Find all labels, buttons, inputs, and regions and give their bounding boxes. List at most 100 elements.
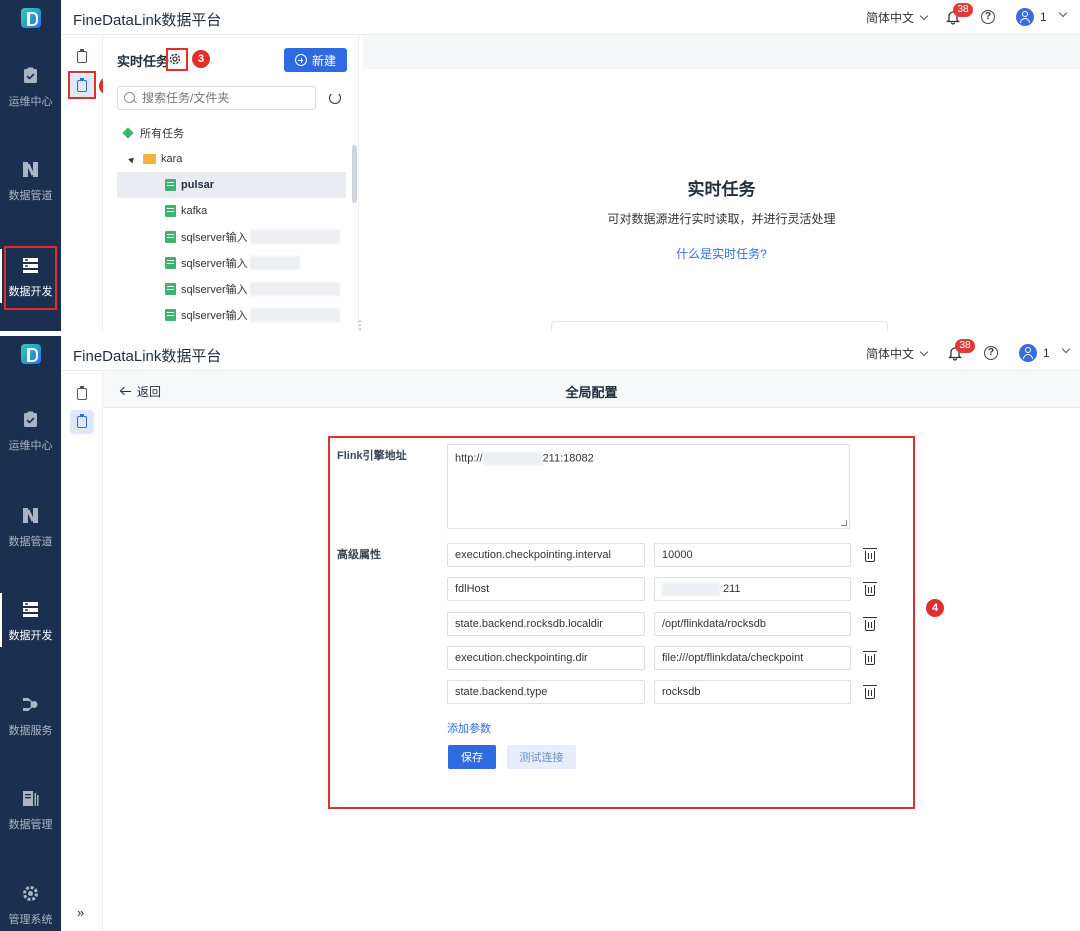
save-button[interactable]: 保存: [448, 745, 496, 769]
clipboard-icon: [77, 49, 87, 63]
tree-item-task[interactable]: sqlserver输入: [117, 276, 346, 302]
clipboard-icon: [77, 386, 87, 400]
clipboard-icon: [77, 78, 87, 92]
top-header: FineDataLink数据平台 简体中文 38 ? 1: [0, 0, 1080, 35]
nav-ops[interactable]: 运维中心: [0, 399, 61, 461]
prop-value-input[interactable]: file:///opt/flinkdata/checkpoint: [654, 646, 851, 670]
nav-dev[interactable]: 数据开发: [0, 589, 61, 651]
app-logo[interactable]: [0, 336, 61, 371]
new-task-label: 新建: [311, 53, 336, 68]
realtime-task-icon[interactable]: [70, 410, 94, 434]
trash-icon[interactable]: [863, 685, 877, 699]
empty-state-area: 实时任务 可对数据源进行实时读取，并进行灵活处理 什么是实时任务?: [363, 35, 1080, 331]
help-icon[interactable]: ?: [984, 346, 998, 360]
prop-key-input[interactable]: state.backend.type: [447, 680, 645, 704]
tree-label: sqlserver输入: [181, 284, 248, 296]
notification-badge: 38: [955, 339, 975, 353]
collapse-sidebar-icon[interactable]: »: [77, 905, 84, 920]
new-task-button[interactable]: 新建: [284, 48, 347, 72]
clipboard-icon: [77, 414, 87, 428]
server-icon: [23, 258, 38, 273]
trash-icon[interactable]: [863, 651, 877, 665]
pipeline-icon: [23, 162, 38, 177]
prop-key-input[interactable]: execution.checkpointing.dir: [447, 646, 645, 670]
api-icon: [23, 698, 38, 711]
prop-key-input[interactable]: execution.checkpointing.interval: [447, 543, 645, 567]
task-icon: [165, 179, 176, 191]
nav-system[interactable]: 管理系统: [0, 873, 61, 931]
language-selector[interactable]: 简体中文: [866, 336, 929, 371]
gear-icon[interactable]: [168, 52, 182, 66]
tree-item-task[interactable]: pulsar: [117, 172, 346, 198]
task-icon: [165, 231, 176, 243]
nav-ops[interactable]: 运维中心: [0, 55, 61, 117]
top-header: FineDataLink数据平台 简体中文 38 ? 1: [0, 336, 1080, 371]
task-icon: [165, 283, 176, 295]
flink-address-input[interactable]: http:// 211:18082: [447, 444, 850, 529]
prop-value-input[interactable]: rocksdb: [654, 680, 851, 704]
redacted-text: [662, 583, 720, 596]
avatar[interactable]: [1016, 8, 1034, 26]
search-input[interactable]: [117, 86, 316, 110]
redacted-text: [249, 256, 300, 270]
offline-task-icon[interactable]: [70, 382, 94, 406]
clipboard-check-icon: [24, 411, 37, 427]
trash-icon[interactable]: [863, 548, 877, 562]
nav-service[interactable]: 数据服务: [0, 684, 61, 746]
realtime-task-screen: FineDataLink数据平台 简体中文 38 ? 1 运维中心 数据管道 数…: [0, 0, 1080, 331]
gear-icon: [23, 886, 38, 901]
prop-key-input[interactable]: state.backend.rocksdb.localdir: [447, 612, 645, 636]
advanced-props-label: 高级属性: [337, 549, 381, 561]
nav-system-label: 管理系统: [8, 914, 53, 926]
pipeline-icon: [23, 508, 38, 523]
nav-dev[interactable]: 数据开发: [0, 245, 61, 307]
redacted-text: [249, 282, 340, 296]
caret-icon[interactable]: [128, 155, 136, 163]
prop-key-input[interactable]: fdlHost: [447, 577, 645, 601]
tree-label: kafka: [181, 205, 208, 217]
prop-value-input[interactable]: /opt/flinkdata/rocksdb: [654, 612, 851, 636]
nav-dev-label: 数据开发: [8, 286, 53, 298]
language-label: 简体中文: [866, 347, 915, 361]
sub-bar: [61, 35, 103, 331]
nav-ops-label: 运维中心: [8, 96, 53, 108]
nav-pipeline[interactable]: 数据管道: [0, 149, 61, 211]
language-selector[interactable]: 简体中文: [866, 0, 929, 35]
chevron-down-icon[interactable]: [1061, 344, 1071, 354]
add-param-link[interactable]: 添加参数: [447, 720, 491, 736]
tree-item-all[interactable]: 所有任务: [117, 120, 346, 146]
redacted-text: [482, 452, 543, 465]
global-config-content: 返回 全局配置 Flink引擎地址 http://211:18082 高级属性 …: [103, 371, 1080, 931]
nav-pipeline[interactable]: 数据管道: [0, 495, 61, 557]
tree-item-task[interactable]: sqlserver输入: [117, 250, 346, 276]
task-icon: [165, 205, 176, 217]
avatar[interactable]: [1019, 344, 1037, 362]
trash-icon[interactable]: [863, 582, 877, 596]
chevron-down-icon[interactable]: [1058, 8, 1068, 18]
scrollbar[interactable]: [352, 145, 357, 203]
refresh-icon[interactable]: [329, 92, 341, 104]
layers-icon: [122, 127, 134, 139]
what-is-realtime-link[interactable]: 什么是实时任务?: [363, 245, 1080, 262]
test-connection-button[interactable]: 测试连接: [507, 745, 576, 769]
tree-item-folder[interactable]: kara: [117, 146, 346, 172]
app-title: FineDataLink数据平台: [73, 348, 222, 365]
offline-task-icon[interactable]: [70, 45, 94, 69]
nav-manage[interactable]: 数据管理: [0, 778, 61, 840]
task-list-panel: 实时任务 新建 所有任务 kara pulsar kafka sqlserver…: [103, 35, 359, 331]
prop-value-input[interactable]: 10000: [654, 543, 851, 567]
side-nav: 运维中心 数据管道 数据开发 数据服务 数据管理 管理系统: [0, 371, 61, 931]
logo-icon: [20, 7, 41, 28]
help-icon[interactable]: ?: [981, 10, 995, 24]
tree-item-task[interactable]: sqlserver输入: [117, 302, 346, 328]
tree-item-task[interactable]: sqlserver输入: [117, 224, 346, 250]
tree-item-task[interactable]: kafka: [117, 198, 346, 224]
resize-handle-icon[interactable]: [841, 520, 847, 526]
user-name: 1: [1040, 10, 1047, 24]
sub-bar: »: [61, 371, 103, 931]
trash-icon[interactable]: [863, 617, 877, 631]
app-logo[interactable]: [0, 0, 61, 35]
realtime-task-icon[interactable]: [70, 74, 94, 98]
prop-value-input[interactable]: 211: [654, 577, 851, 601]
nav-service-label: 数据服务: [8, 725, 53, 737]
